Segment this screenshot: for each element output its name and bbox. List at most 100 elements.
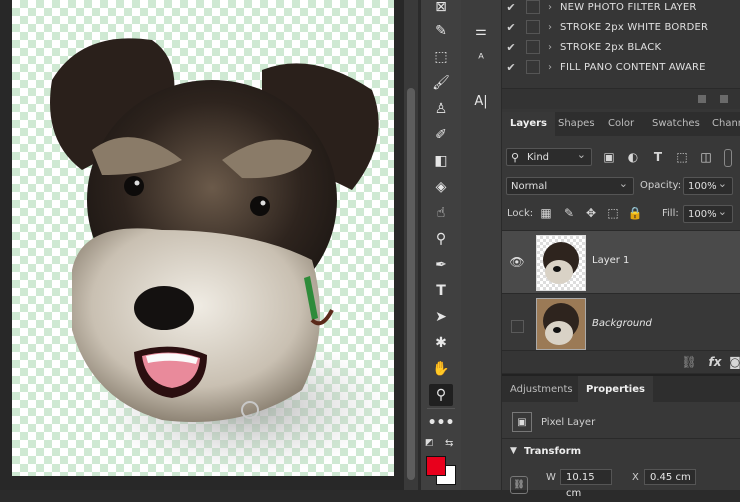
action-enabled-check[interactable]: ✔ [502, 21, 520, 34]
filter-smart-object-icon[interactable]: ◫ [699, 150, 713, 164]
default-colors-icon[interactable]: ◩ [425, 438, 435, 448]
fill-label: Fill: [662, 208, 679, 219]
layer-thumbnail [536, 235, 586, 291]
toolbar-divider [427, 408, 455, 409]
tools-panel: ⊠ ✎ ⬚ 🖌 ♙ ✐ ◧ ◈ ☝ ⚲ ✒ T ➤ ✱ ✋ ⚲ ••• ◩ ⇆ [420, 0, 462, 490]
scrollbar-thumb[interactable] [407, 88, 415, 480]
frame-icon[interactable]: ⬚ [429, 46, 453, 68]
swap-colors-icon[interactable]: ⇆ [445, 438, 457, 449]
properties-panel-tabs: Adjustments Properties [502, 374, 740, 404]
clone-stamp-icon[interactable]: ♙ [429, 98, 453, 120]
crop-icon[interactable]: ⊠ [429, 0, 453, 18]
action-row[interactable]: ✔ › STROKE 2px BLACK [502, 37, 740, 57]
lock-position-icon[interactable]: ✥ [584, 206, 598, 220]
layers-panel-tabs: Layers Shapes Color Swatches Chann [502, 112, 740, 136]
search-icon: ⚲ [511, 151, 520, 164]
filter-pixel-icon[interactable]: ▣ [602, 150, 616, 164]
lock-transparent-pixels-icon[interactable]: ▦ [539, 206, 553, 220]
eraser-icon[interactable]: ◧ [429, 150, 453, 172]
link-layers-icon[interactable]: ⛓ [681, 355, 696, 369]
custom-shape-icon[interactable]: ✱ [429, 332, 453, 354]
chevron-right-icon[interactable]: › [548, 22, 560, 33]
fill-input[interactable]: 100% [683, 203, 733, 223]
eyedropper-icon[interactable]: ✎ [429, 20, 453, 42]
layer-row-layer-1[interactable]: 👁 Layer 1 [502, 230, 740, 293]
blend-mode-dropdown[interactable]: Normal [506, 175, 634, 195]
record-icon[interactable] [720, 95, 728, 103]
lock-artboard-icon[interactable]: ⬚ [606, 206, 620, 220]
tab-properties[interactable]: Properties [578, 376, 653, 404]
dodge-icon[interactable]: ⚲ [429, 228, 453, 250]
tab-channels[interactable]: Chann [704, 112, 740, 136]
action-label: NEW PHOTO FILTER LAYER [560, 1, 697, 13]
layer-name[interactable]: Layer 1 [592, 255, 629, 266]
layer-filter-kind-dropdown[interactable]: ⚲ Kind [506, 146, 592, 166]
action-row[interactable]: ✔ › NEW PHOTO FILTER LAYER [502, 0, 740, 17]
action-dialog-toggle[interactable] [526, 0, 540, 14]
action-enabled-check[interactable]: ✔ [502, 41, 520, 54]
action-dialog-toggle[interactable] [526, 40, 540, 54]
visibility-eye-icon[interactable]: 👁 [509, 255, 524, 269]
filter-type-icon[interactable]: T [651, 150, 665, 164]
visibility-toggle[interactable] [511, 320, 524, 333]
tab-color[interactable]: Color [600, 112, 642, 136]
brush-icon[interactable]: 🖌 [429, 72, 453, 94]
document-canvas[interactable] [12, 0, 394, 476]
dog-image [50, 38, 392, 475]
layer-row-background[interactable]: Background [502, 293, 740, 352]
chevron-right-icon[interactable]: › [548, 62, 560, 73]
type-icon[interactable]: T [429, 280, 453, 302]
pixel-layer-icon: ▣ [512, 412, 532, 432]
transform-section-title: Transform [524, 446, 582, 457]
layer-type-label: Pixel Layer [541, 417, 596, 428]
opacity-input[interactable]: 100% [683, 175, 733, 195]
action-dialog-toggle[interactable] [526, 20, 540, 34]
x-value: 0.45 cm [650, 472, 691, 483]
x-input[interactable]: 0.45 cm [644, 469, 696, 485]
paint-bucket-icon[interactable]: ◈ [429, 176, 453, 198]
tab-adjustments[interactable]: Adjustments [502, 376, 581, 404]
lock-image-pixels-icon[interactable]: ✎ [562, 206, 576, 220]
collapsed-panels-column-lower [461, 112, 502, 490]
chevron-right-icon[interactable]: › [548, 2, 560, 13]
action-enabled-check[interactable]: ✔ [502, 61, 520, 74]
action-enabled-check[interactable]: ✔ [502, 1, 520, 14]
x-label: X [632, 472, 639, 483]
properties-toggle-icon[interactable]: ⚌ [469, 20, 493, 42]
add-mask-icon[interactable]: ◙ [728, 355, 740, 369]
action-dialog-toggle[interactable] [526, 60, 540, 74]
lock-all-icon[interactable]: 🔒 [628, 206, 643, 220]
zoom-icon[interactable]: ⚲ [429, 384, 453, 406]
stop-icon[interactable] [698, 95, 706, 103]
fill-value: 100% [688, 209, 717, 220]
action-row[interactable]: ✔ › STROKE 2px WHITE BORDER [502, 17, 740, 37]
width-input[interactable]: 10.15 cm [560, 469, 612, 499]
fx-icon[interactable]: fx [708, 355, 722, 369]
filter-toggle[interactable] [724, 149, 732, 167]
tab-shapes[interactable]: Shapes [550, 112, 603, 136]
hand-icon[interactable]: ✋ [429, 358, 453, 380]
layers-panel-footer: ⛓ fx ◙ [502, 350, 740, 373]
filter-adjustment-icon[interactable]: ◐ [626, 150, 640, 164]
more-tools-icon[interactable]: ••• [428, 412, 455, 434]
smudge-icon[interactable]: ☝ [429, 202, 453, 224]
filter-kind-value: Kind [527, 152, 550, 163]
layer-thumbnail [536, 298, 586, 350]
tab-swatches[interactable]: Swatches [644, 112, 708, 136]
path-select-icon[interactable]: ➤ [429, 306, 453, 328]
pen-icon[interactable]: ✒ [429, 254, 453, 276]
tab-layers[interactable]: Layers [502, 112, 555, 136]
filter-shape-icon[interactable]: ⬚ [675, 150, 689, 164]
width-label: W [546, 472, 556, 483]
action-row[interactable]: ✔ › FILL PANO CONTENT AWARE [502, 57, 740, 77]
layer-name[interactable]: Background [592, 318, 652, 329]
character-icon[interactable]: A| [469, 90, 493, 112]
chevron-right-icon[interactable]: › [548, 42, 560, 53]
properties-panel: ▣ Pixel Layer ▼ Transform W 10.15 cm X 0… [502, 402, 740, 499]
collapse-triangle-icon[interactable]: ▼ [510, 446, 517, 456]
history-brush-icon[interactable]: ✐ [429, 124, 453, 146]
link-dimensions-icon[interactable]: ⛓ [510, 476, 528, 494]
foreground-color-swatch[interactable] [426, 456, 446, 476]
opacity-value: 100% [688, 181, 717, 192]
paragraph-styles-icon[interactable]: ᴬ [469, 48, 493, 70]
